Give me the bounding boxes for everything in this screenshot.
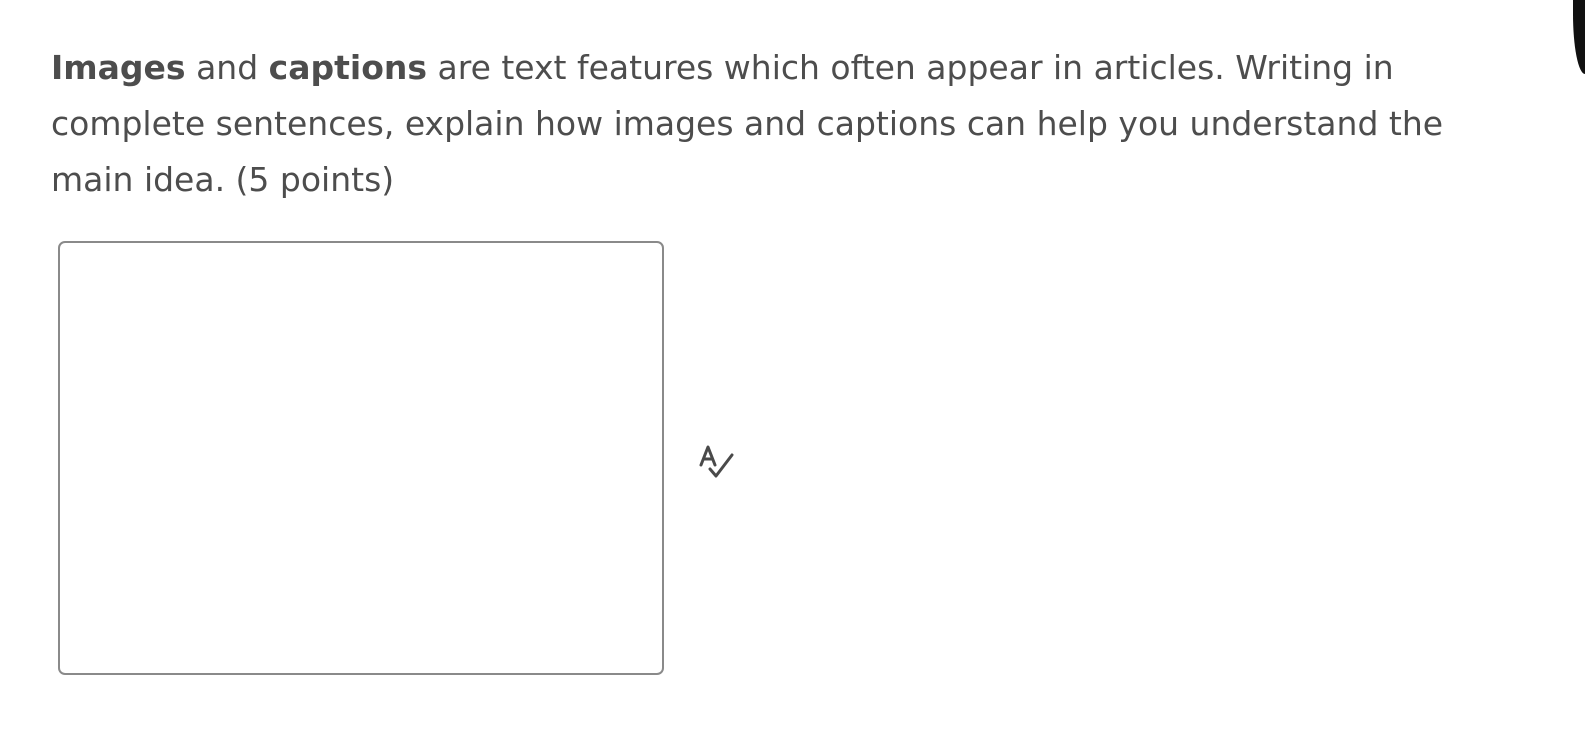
question-term-images: Images bbox=[51, 48, 186, 87]
window-edge-mark bbox=[1573, 0, 1585, 74]
spellcheck-button[interactable] bbox=[692, 439, 738, 485]
answer-textarea[interactable] bbox=[58, 241, 664, 675]
question-prompt: Images and captions are text features wh… bbox=[51, 40, 1501, 208]
question-connector: and bbox=[185, 48, 269, 87]
question-term-captions: captions bbox=[268, 48, 428, 87]
spellcheck-icon bbox=[699, 445, 734, 478]
